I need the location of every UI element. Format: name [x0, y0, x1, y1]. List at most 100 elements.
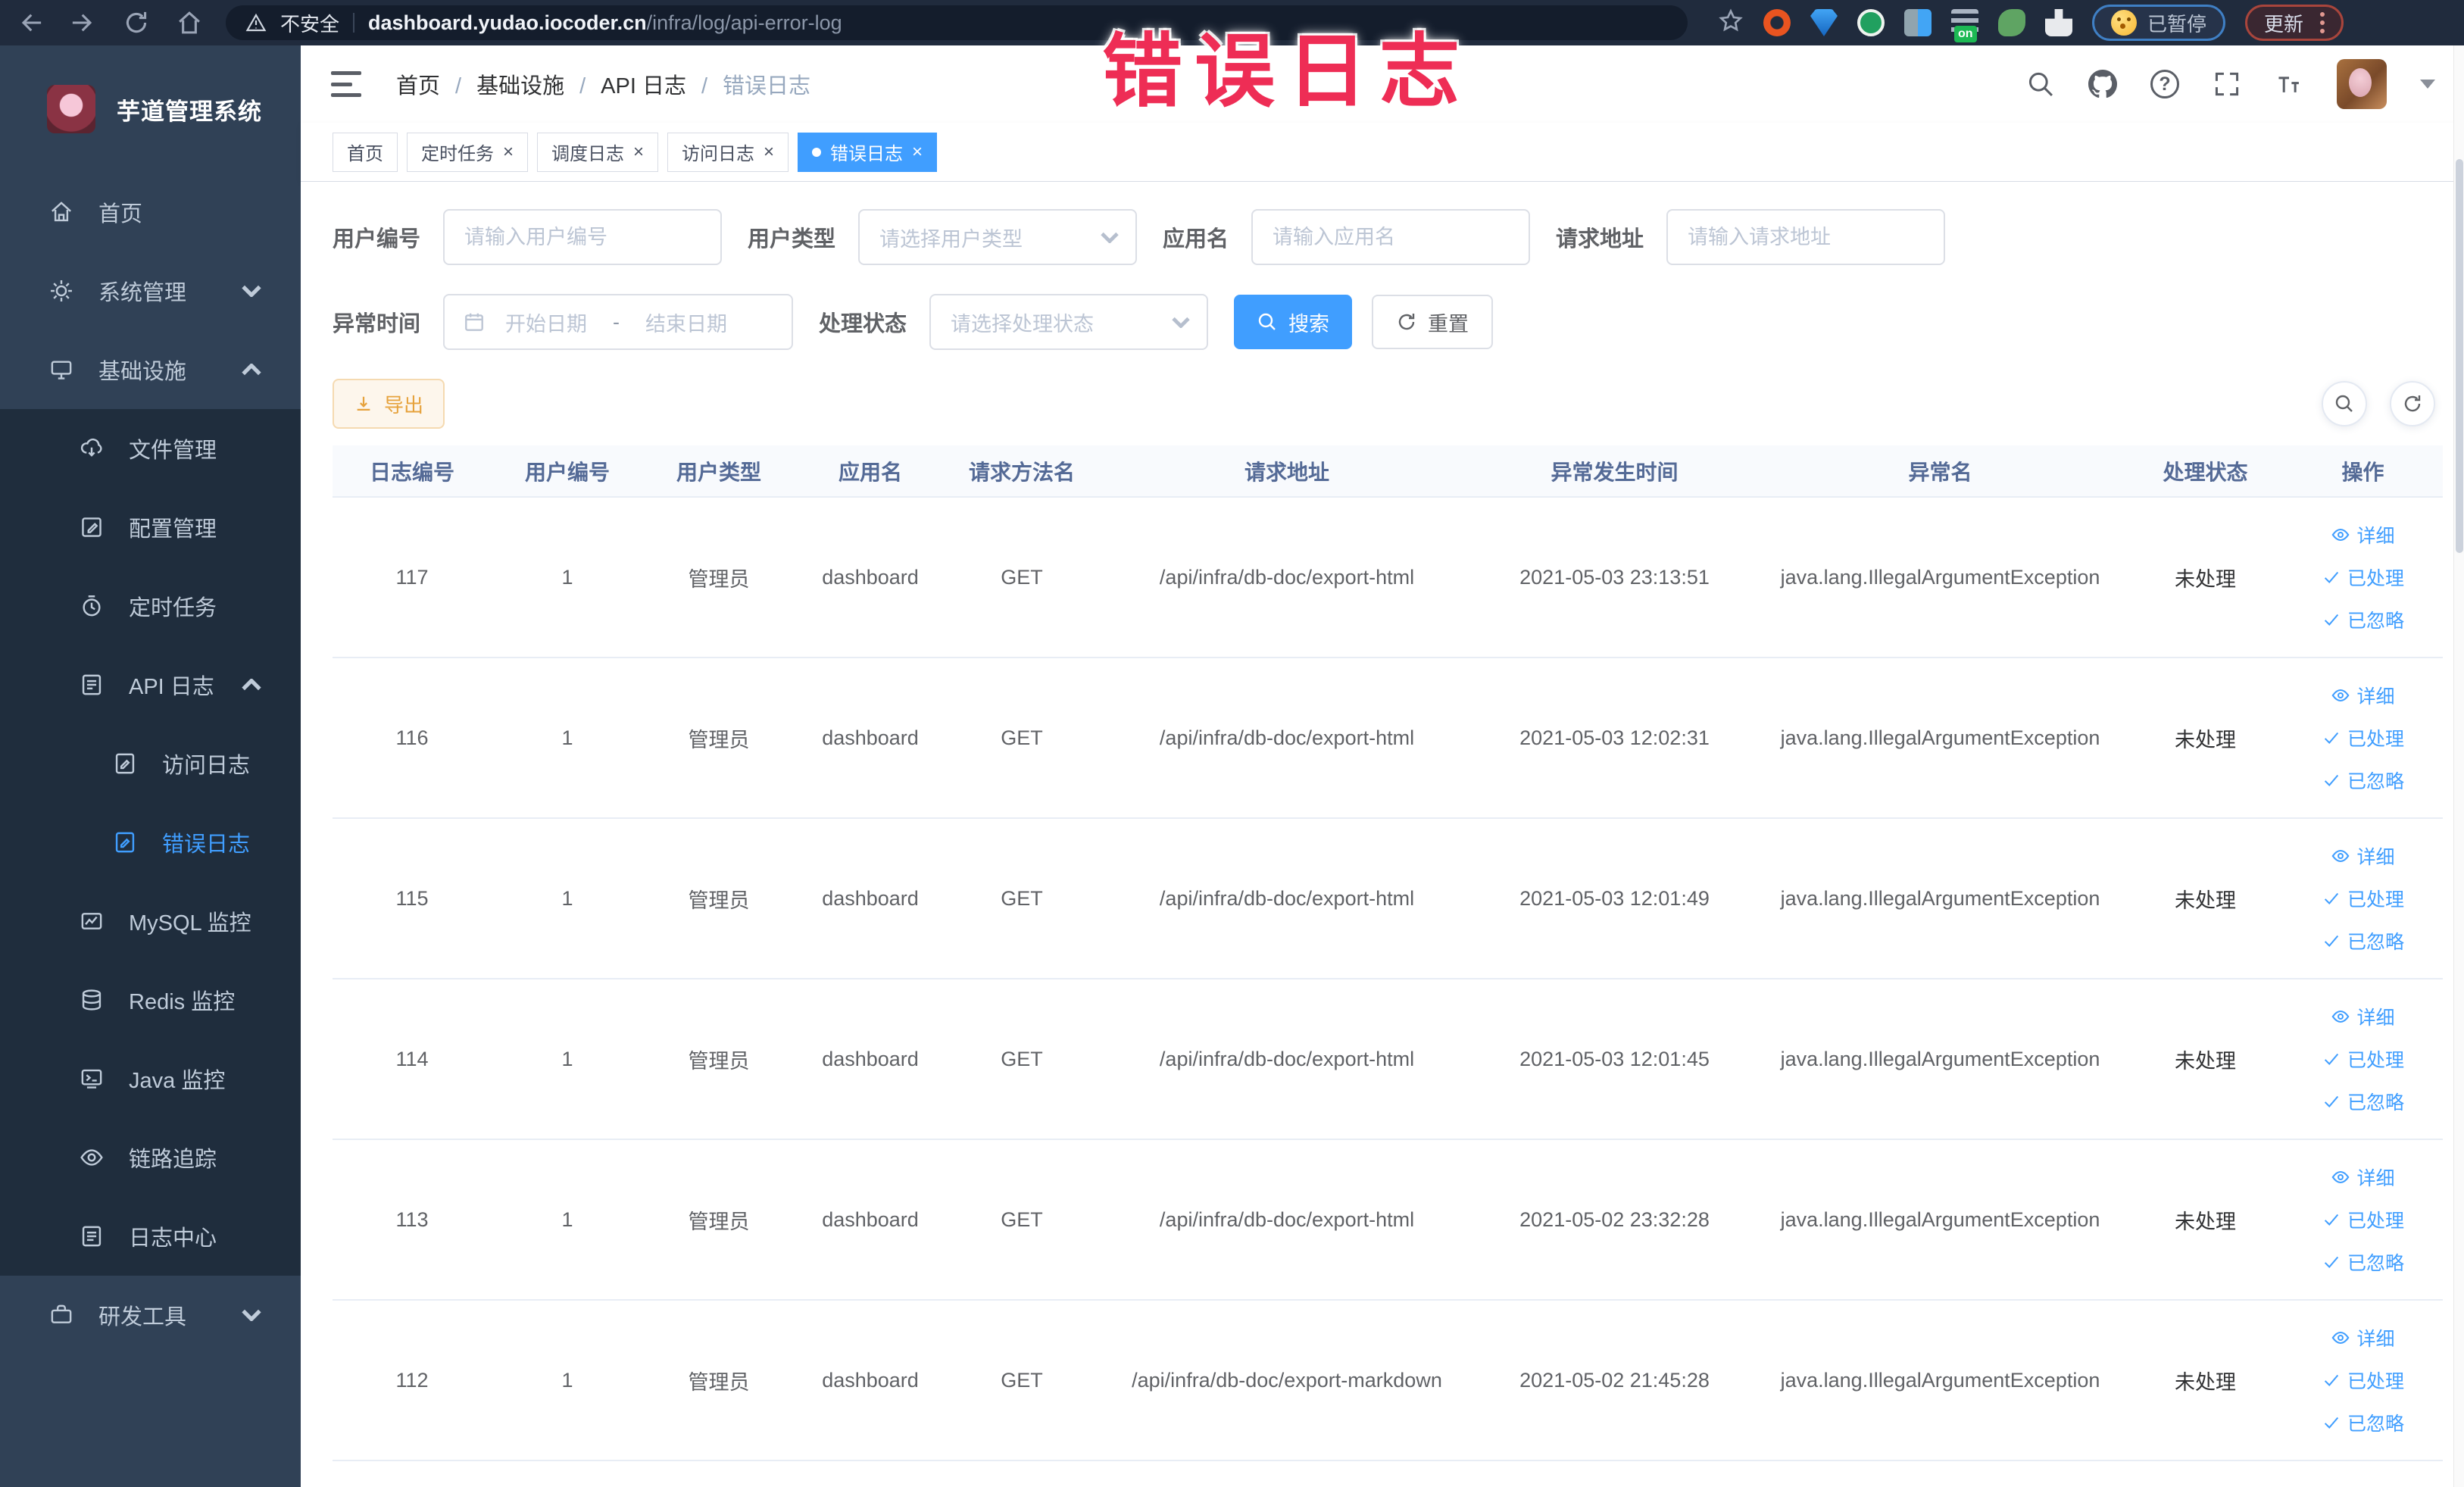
close-tab-icon[interactable] [912, 143, 923, 161]
refresh-table-button[interactable] [2390, 381, 2435, 426]
sidebar-item-infra[interactable]: 基础设施 [0, 330, 301, 409]
detail-link[interactable]: 详细 [2331, 1324, 2395, 1351]
scrollbar-thumb[interactable] [2456, 159, 2463, 553]
chevron-down-icon [242, 285, 261, 297]
mark-processed-link[interactable]: 已处理 [2322, 1206, 2404, 1233]
tab[interactable]: 访问日志 [667, 132, 789, 172]
sidebar-item-java-monitor[interactable]: Java 监控 [0, 1039, 301, 1118]
sidebar-item-config-manage[interactable]: 配置管理 [0, 488, 301, 567]
date-range-picker[interactable]: 开始日期 - 结束日期 [443, 294, 794, 350]
tab[interactable]: 调度日志 [537, 132, 659, 172]
reset-button[interactable]: 重置 [1372, 295, 1494, 349]
help-icon[interactable] [2150, 70, 2179, 98]
user-avatar[interactable] [2337, 59, 2387, 109]
cell-exception-time: 2021-05-02 23:32:28 [1476, 1139, 1753, 1301]
extension-grid-icon[interactable] [1904, 9, 1932, 36]
chrome-update-menu[interactable]: 更新 [2245, 5, 2344, 41]
sidebar-item-log-center[interactable]: 日志中心 [0, 1197, 301, 1276]
tab[interactable]: 首页 [333, 132, 398, 172]
search-icon [1258, 313, 1276, 330]
sidebar-item-dev-tools[interactable]: 研发工具 [0, 1276, 301, 1354]
detail-link[interactable]: 详细 [2331, 842, 2395, 870]
bookmark-star-icon[interactable] [1718, 8, 1744, 38]
mark-processed-link[interactable]: 已处理 [2322, 1367, 2404, 1394]
cell-request-url: /api/infra/db-doc/export-html [1098, 818, 1476, 979]
sidebar-item-scheduled-jobs[interactable]: 定时任务 [0, 567, 301, 645]
request-url-input[interactable] [1666, 209, 1946, 265]
sidebar-item-file-manage[interactable]: 文件管理 [0, 409, 301, 488]
mark-processed-link[interactable]: 已处理 [2322, 564, 2404, 591]
chevron-up-icon [242, 364, 261, 376]
cell-log-id: 115 [333, 818, 492, 979]
browser-nav [17, 9, 203, 36]
breadcrumb-home[interactable]: 首页 [396, 68, 440, 100]
mark-ignored-link[interactable]: 已忽略 [2322, 606, 2404, 633]
mark-ignored-link[interactable]: 已忽略 [2322, 1409, 2404, 1436]
cell-user-type: 管理员 [643, 1300, 795, 1461]
forward-icon[interactable] [70, 9, 97, 36]
breadcrumb-infra[interactable]: 基础设施 [440, 68, 564, 100]
close-tab-icon[interactable] [633, 143, 644, 161]
back-icon[interactable] [17, 9, 44, 36]
sidebar-item-mysql-monitor[interactable]: MySQL 监控 [0, 882, 301, 961]
cell-method: GET [946, 1139, 1098, 1301]
detail-link[interactable]: 详细 [2331, 1003, 2395, 1030]
extension-orange-icon[interactable] [1763, 9, 1791, 36]
search-icon[interactable] [2026, 70, 2055, 98]
mark-ignored-link[interactable]: 已忽略 [2322, 767, 2404, 794]
reload-icon[interactable] [123, 9, 150, 36]
sidebar-toggle-icon[interactable] [331, 71, 361, 97]
search-icon [2335, 395, 2353, 412]
font-size-icon[interactable] [2275, 70, 2303, 98]
extensions-puzzle-icon[interactable] [2045, 9, 2072, 36]
filter-user-type: 用户类型 请选择用户类型 [748, 209, 1138, 265]
close-tab-icon[interactable] [764, 143, 774, 161]
filter-request-url: 请求地址 [1556, 209, 1946, 265]
java-monitor-icon [81, 1069, 102, 1089]
detail-link[interactable]: 详细 [2331, 1164, 2395, 1191]
sidebar-item-home[interactable]: 首页 [0, 173, 301, 251]
avatar-caret-icon[interactable] [2420, 80, 2435, 89]
mark-processed-link[interactable]: 已处理 [2322, 724, 2404, 751]
sidebar-item-redis-monitor[interactable]: Redis 监控 [0, 961, 301, 1039]
export-button[interactable]: 导出 [333, 379, 445, 429]
search-button[interactable]: 搜索 [1234, 295, 1353, 349]
app-logo[interactable]: 芋道管理系统 [0, 45, 301, 173]
home-icon[interactable] [176, 9, 203, 36]
table-row: 115 1 管理员 dashboard GET /api/infra/db-do… [333, 818, 2443, 979]
sidebar-item-trace[interactable]: 链路追踪 [0, 1118, 301, 1197]
extension-shield-icon[interactable] [1810, 9, 1838, 36]
profile-paused-pill[interactable]: 已暂停 [2092, 5, 2226, 41]
tab[interactable]: 定时任务 [407, 132, 529, 172]
fullscreen-icon[interactable] [2213, 70, 2241, 98]
mark-ignored-link[interactable]: 已忽略 [2322, 1088, 2404, 1115]
app-name-input[interactable] [1251, 209, 1531, 265]
detail-link[interactable]: 详细 [2331, 682, 2395, 709]
status-select[interactable]: 请选择处理状态 [929, 294, 1209, 350]
sidebar-item-access-log[interactable]: 访问日志 [0, 724, 301, 803]
extension-leaf-icon[interactable] [1998, 9, 2025, 36]
breadcrumb: 首页 基础设施 API 日志 错误日志 [396, 68, 810, 100]
check-icon [2324, 1374, 2339, 1387]
col-user-id: 用户编号 [492, 445, 643, 498]
mark-processed-link[interactable]: 已处理 [2322, 885, 2404, 912]
toggle-search-button[interactable] [2322, 381, 2367, 426]
mark-processed-link[interactable]: 已处理 [2322, 1045, 2404, 1073]
sidebar-item-api-log[interactable]: API 日志 [0, 645, 301, 724]
user-type-select[interactable]: 请选择用户类型 [858, 209, 1138, 265]
detail-link[interactable]: 详细 [2331, 521, 2395, 548]
user-id-input[interactable] [443, 209, 723, 265]
tab[interactable]: 错误日志 [798, 132, 938, 172]
check-icon [2324, 1214, 2339, 1226]
close-tab-icon[interactable] [503, 143, 514, 161]
extension-lines-icon[interactable]: on [1951, 9, 1978, 42]
sidebar-item-system[interactable]: 系统管理 [0, 251, 301, 330]
address-bar[interactable]: 不安全 dashboard.yudao.iocoder.cn/infra/log… [226, 5, 1688, 40]
mark-ignored-link[interactable]: 已忽略 [2322, 1248, 2404, 1276]
github-icon[interactable] [2088, 70, 2117, 98]
mark-ignored-link[interactable]: 已忽略 [2322, 927, 2404, 954]
page-scrollbar[interactable] [2453, 45, 2464, 1487]
breadcrumb-api-log[interactable]: API 日志 [564, 68, 686, 100]
sidebar-item-error-log[interactable]: 错误日志 [0, 803, 301, 882]
extension-green-icon[interactable] [1857, 9, 1885, 36]
